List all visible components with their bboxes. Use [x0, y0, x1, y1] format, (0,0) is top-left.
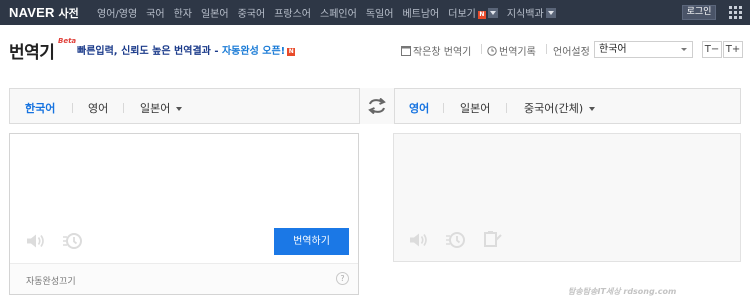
target-lang-chinese-label: 중국어(간체): [524, 102, 584, 115]
divider: [123, 103, 124, 113]
notice-highlight: 자동완성 오픈!: [221, 46, 286, 57]
divider: [506, 103, 507, 113]
font-increase-button[interactable]: T+: [723, 41, 743, 58]
page-title: 번역기: [9, 43, 55, 63]
source-lang-dropdown-icon: [176, 107, 183, 111]
target-lang-english[interactable]: 영어: [409, 100, 429, 116]
beta-badge: Beta: [58, 37, 77, 45]
history-label: 번역기록: [499, 47, 536, 58]
notice-banner[interactable]: 빠른입력, 신뢰도 높은 번역결과 - 자동완성 오픈! N: [77, 42, 296, 57]
menu-more[interactable]: 더보기 N: [448, 5, 498, 20]
history-link[interactable]: 번역기록: [487, 43, 536, 58]
more-dropdown-icon[interactable]: [487, 8, 498, 18]
speaker-icon[interactable]: [409, 232, 429, 248]
swap-arrows-icon: [368, 98, 386, 114]
new-badge: N: [477, 11, 486, 19]
small-window-translator-link[interactable]: 작은창 번역기: [401, 43, 471, 58]
slow-play-icon[interactable]: [445, 231, 467, 249]
swap-languages-button[interactable]: [359, 88, 395, 124]
small-window-label: 작은창 번역기: [413, 47, 472, 58]
dictionary-menu: 영어/영영 국어 한자 일본어 중국어 프랑스어 스페인어 독일어 베트남어 더…: [97, 0, 565, 25]
apps-grid-icon[interactable]: [729, 6, 742, 19]
menu-more-label: 더보기: [448, 9, 476, 20]
language-setting-value: 한국어: [599, 44, 627, 55]
source-lang-korean[interactable]: 한국어: [25, 100, 55, 116]
source-lang-japanese[interactable]: 일본어: [140, 100, 183, 116]
target-lang-dropdown-icon: [589, 107, 596, 111]
divider: [72, 103, 73, 113]
menu-english[interactable]: 영어/영영: [97, 5, 137, 20]
help-icon[interactable]: ?: [336, 272, 349, 285]
chevron-down-icon: [681, 48, 687, 51]
window-icon: [401, 45, 411, 56]
copy-icon[interactable]: [483, 230, 503, 248]
translate-button[interactable]: 번역하기: [274, 228, 349, 255]
login-button[interactable]: 로그인: [682, 5, 716, 20]
menu-japanese[interactable]: 일본어: [201, 5, 229, 20]
source-panel-footer: 자동완성끄기 ?: [10, 263, 358, 294]
menu-chinese[interactable]: 중국어: [238, 5, 266, 20]
menu-knowledge[interactable]: 지식백과: [507, 5, 556, 20]
menu-german[interactable]: 독일어: [366, 5, 394, 20]
notice-text: 빠른입력, 신뢰도 높은 번역결과 -: [77, 46, 222, 57]
dictionary-logo-text[interactable]: 사전: [59, 5, 79, 21]
language-setting-select[interactable]: 한국어: [594, 41, 693, 58]
notice-new-badge: N: [287, 48, 296, 56]
menu-vietnamese[interactable]: 베트남어: [402, 5, 439, 20]
menu-spanish[interactable]: 스페인어: [320, 5, 357, 20]
source-lang-japanese-label: 일본어: [140, 102, 171, 115]
translation-result-panel: [393, 133, 741, 262]
menu-french[interactable]: 프랑스어: [274, 5, 311, 20]
naver-logo-text[interactable]: NAVER: [9, 5, 55, 20]
speaker-icon[interactable]: [26, 233, 46, 249]
font-decrease-button[interactable]: T−: [702, 41, 722, 58]
divider: [481, 44, 482, 54]
watermark: 탐송탐송IT세상 rdsong.com: [568, 287, 677, 296]
divider: [546, 44, 547, 54]
language-selector-bar: 한국어 영어 일본어 영어 일본어 중국어(간체): [9, 88, 741, 124]
source-text-input[interactable]: [10, 134, 358, 220]
menu-hanja[interactable]: 한자: [174, 5, 192, 20]
divider: [443, 103, 444, 113]
top-navigation-bar: NAVER 사전 영어/영영 국어 한자 일본어 중국어 프랑스어 스페인어 독…: [0, 0, 750, 25]
menu-knowledge-label: 지식백과: [506, 9, 544, 20]
naver-dictionary-logo[interactable]: NAVER 사전: [9, 4, 79, 21]
slow-play-icon[interactable]: [62, 232, 84, 250]
target-lang-chinese[interactable]: 중국어(간체): [524, 100, 596, 116]
knowledge-dropdown-icon[interactable]: [545, 8, 556, 18]
target-lang-japanese[interactable]: 일본어: [460, 100, 490, 116]
clock-icon: [487, 45, 497, 56]
language-setting-label: 언어설정: [553, 47, 590, 58]
source-lang-english[interactable]: 영어: [88, 100, 108, 116]
source-text-panel: 번역하기 자동완성끄기 ?: [9, 133, 359, 295]
autocomplete-off-toggle[interactable]: 자동완성끄기: [26, 274, 76, 287]
menu-korean[interactable]: 국어: [146, 5, 164, 20]
